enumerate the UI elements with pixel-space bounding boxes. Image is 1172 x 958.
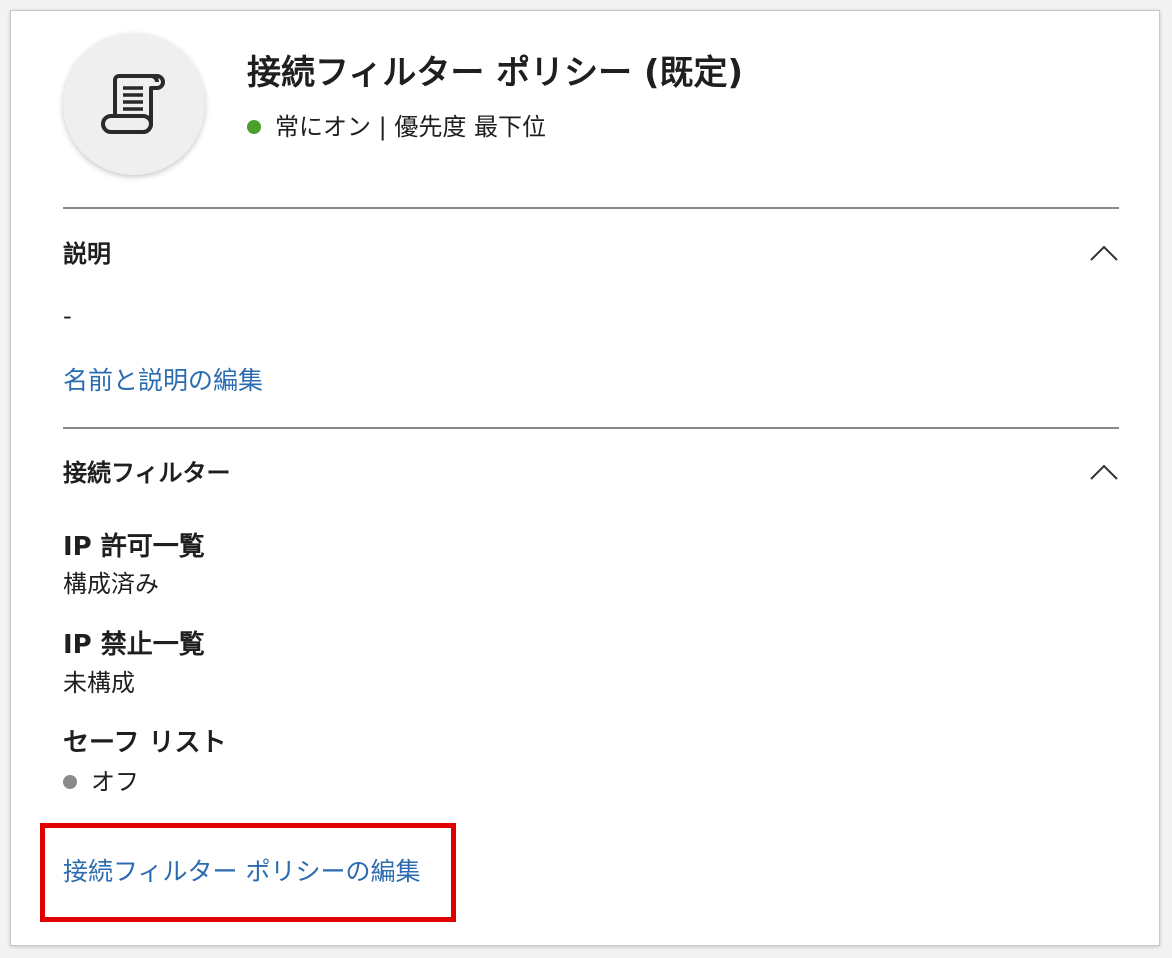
policy-status: 常にオン | 優先度 最下位 — [247, 110, 546, 144]
status-on-indicator — [247, 120, 261, 134]
connection-filter-section-heading: 接続フィルター — [63, 459, 231, 487]
description-section-heading: 説明 — [63, 240, 111, 268]
ip-block-list-value: 未構成 — [63, 669, 135, 697]
chevron-up-icon[interactable] — [1089, 462, 1119, 482]
safe-list-status: オフ — [63, 765, 139, 799]
scroll-icon — [101, 74, 165, 134]
divider — [63, 427, 1119, 429]
page-title: 接続フィルター ポリシー (既定) — [247, 53, 744, 93]
description-value: - — [63, 302, 72, 330]
policy-status-text: 常にオン | 優先度 最下位 — [275, 113, 546, 141]
safe-list-label: セーフ リスト — [63, 728, 227, 758]
safe-list-value: オフ — [91, 768, 139, 796]
policy-details-panel: 接続フィルター ポリシー (既定) 常にオン | 優先度 最下位 説明 - 名前… — [10, 10, 1160, 946]
status-off-indicator — [63, 775, 77, 789]
chevron-up-icon[interactable] — [1089, 243, 1119, 263]
policy-icon-badge — [63, 33, 205, 175]
ip-allow-list-value: 構成済み — [63, 570, 159, 598]
ip-allow-list-label: IP 許可一覧 — [63, 532, 205, 562]
ip-block-list-label: IP 禁止一覧 — [63, 630, 205, 660]
edit-connection-filter-policy-link[interactable]: 接続フィルター ポリシーの編集 — [63, 854, 420, 890]
divider — [63, 207, 1119, 209]
edit-name-description-link[interactable]: 名前と説明の編集 — [63, 363, 263, 399]
